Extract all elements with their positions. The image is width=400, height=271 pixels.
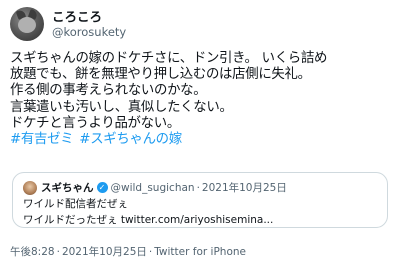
tweet-text-line: 作る側の事考えられないのかな。 bbox=[10, 83, 207, 99]
quoted-user-handle: @wild_sugichan bbox=[110, 181, 195, 194]
quoted-user-avatar bbox=[23, 180, 37, 195]
hashtag-row: #有吉ゼミ #スギちゃんの嫁 bbox=[10, 132, 394, 148]
tweet-source[interactable]: Twitter for iPhone bbox=[154, 246, 246, 258]
user-avatar[interactable] bbox=[10, 7, 44, 41]
quoted-user-display-name: スギちゃん bbox=[41, 182, 94, 194]
quoted-tweet[interactable]: スギちゃん ✓ @wild_sugichan · 2021年10月25日 ワイル… bbox=[12, 172, 388, 228]
tweet-time[interactable]: 午後8:28 bbox=[10, 246, 55, 258]
quoted-tweet-date: 2021年10月25日 bbox=[201, 182, 287, 194]
tweet-header: ころころ @korosukety bbox=[10, 7, 126, 41]
quoted-tweet-text-line: ワイルドだったぜぇ twitter.com/ariyoshisemina... bbox=[23, 213, 274, 226]
verified-badge-icon: ✓ bbox=[96, 182, 108, 193]
separator-dot: · bbox=[56, 246, 60, 258]
user-names: ころころ @korosukety bbox=[52, 9, 126, 39]
user-display-name[interactable]: ころころ bbox=[52, 9, 126, 25]
hashtag-link[interactable]: #スギちゃんの嫁 bbox=[79, 132, 182, 147]
separator-dot: · bbox=[148, 246, 153, 258]
tweet-date[interactable]: 2021年10月25日 bbox=[62, 246, 147, 258]
tweet-card: ころころ @korosukety スギちゃんの嫁のドケチさに、ドン引き。 いくら… bbox=[0, 0, 400, 271]
quoted-tweet-header: スギちゃん ✓ @wild_sugichan · 2021年10月25日 bbox=[23, 180, 377, 195]
quoted-tweet-text-line: ワイルド配信者だぜぇ bbox=[23, 198, 128, 210]
tweet-text-line: 放題でも、餅を無理やり押し込むのは店側に失礼。 bbox=[10, 67, 311, 83]
tweet-text-line: スギちゃんの嫁のドケチさに、ドン引き。 いくら詰め bbox=[10, 51, 328, 66]
separator-dot: · bbox=[196, 181, 200, 194]
tweet-text-line: ドケチと言うより品がない。 bbox=[10, 115, 180, 131]
tweet-text: スギちゃんの嫁のドケチさに、ドン引き。 いくら詰め 放題でも、餅を無理やり押し込… bbox=[10, 51, 394, 148]
hashtag-link[interactable]: #有吉ゼミ bbox=[10, 132, 74, 147]
tweet-text-line: 言葉遣いも汚いし、真似したくない。 bbox=[10, 99, 233, 115]
user-handle[interactable]: @korosukety bbox=[52, 25, 126, 39]
tweet-footer: 午後8:28 · 2021年10月25日 · Twitter for iPhone bbox=[10, 244, 246, 259]
avatar-face bbox=[18, 17, 36, 33]
